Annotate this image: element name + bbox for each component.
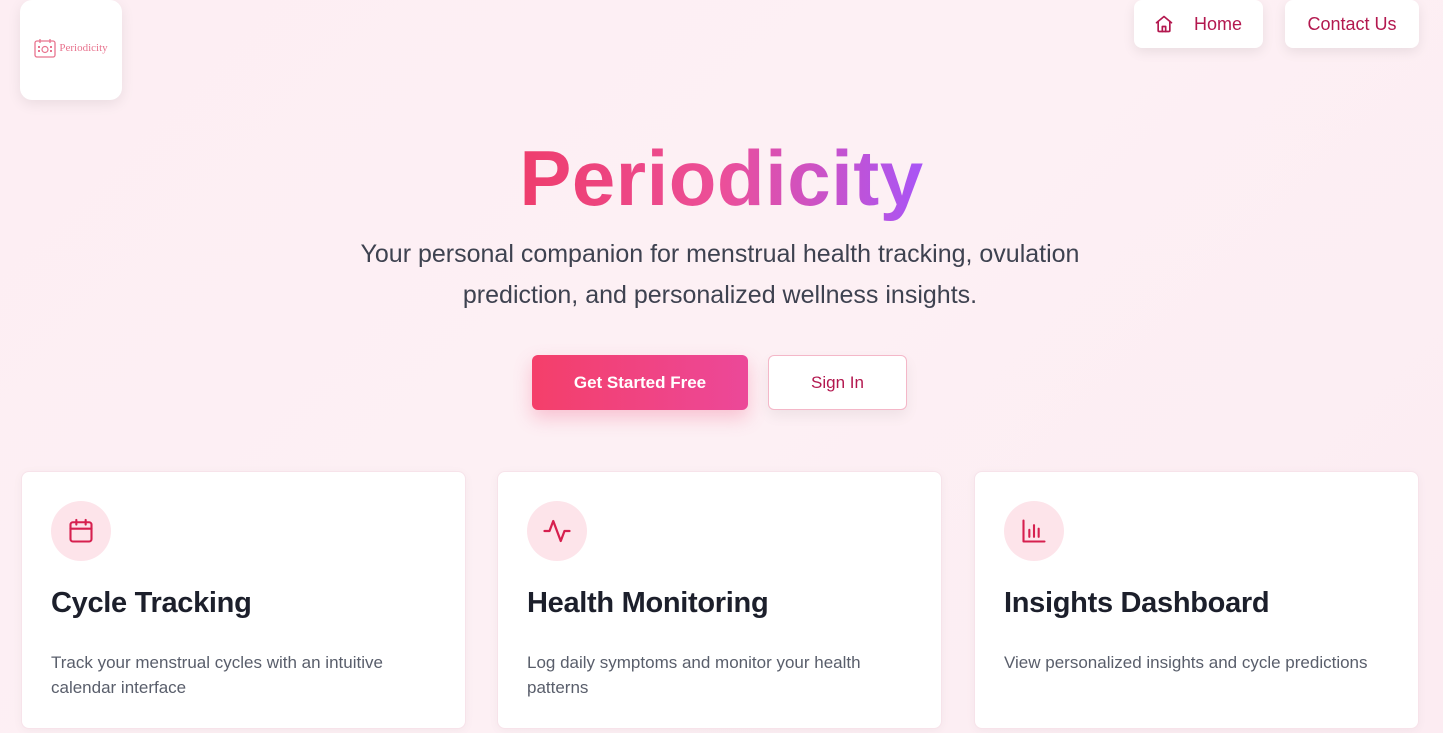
bar-chart-icon: [1022, 519, 1046, 543]
contact-us-label: Contact Us: [1307, 13, 1397, 34]
feature-title: Insights Dashboard: [1004, 587, 1270, 619]
feature-card-insights-dashboard: Insights Dashboard View personalized ins…: [974, 471, 1419, 729]
feature-description: View personalized insights and cycle pre…: [1004, 653, 1368, 672]
home-icon: [1155, 15, 1173, 33]
feature-description: Log daily symptoms and monitor your heal…: [527, 653, 861, 697]
hero-subtitle: Your personal companion for menstrual he…: [360, 240, 1080, 309]
contact-us-button[interactable]: Contact Us: [1285, 0, 1419, 48]
feature-card-health-monitoring: Health Monitoring Log daily symptoms and…: [497, 471, 942, 729]
feature-icon-circle: [51, 501, 111, 561]
feature-card-cycle-tracking: Cycle Tracking Track your menstrual cycl…: [21, 471, 466, 729]
calendar-icon: [69, 518, 93, 543]
get-started-button[interactable]: Get Started Free: [532, 355, 748, 410]
feature-description: Track your menstrual cycles with an intu…: [51, 653, 383, 697]
logo: Periodicity: [34, 38, 108, 58]
logo-card[interactable]: Periodicity: [20, 0, 122, 100]
feature-title: Cycle Tracking: [51, 587, 252, 619]
feature-icon-circle: [1004, 501, 1064, 561]
home-nav-button[interactable]: Home: [1134, 0, 1263, 48]
feature-icon-circle: [527, 501, 587, 561]
home-nav-label: Home: [1194, 13, 1243, 34]
sign-in-button[interactable]: Sign In: [768, 355, 907, 410]
hero-title-text: Periodicity: [519, 134, 924, 222]
logo-text: Periodicity: [59, 42, 108, 54]
feature-title: Health Monitoring: [527, 587, 769, 619]
activity-icon: [543, 519, 571, 543]
hero-title: Periodicity: [0, 133, 1443, 223]
calendar-logo-icon: [34, 38, 57, 58]
